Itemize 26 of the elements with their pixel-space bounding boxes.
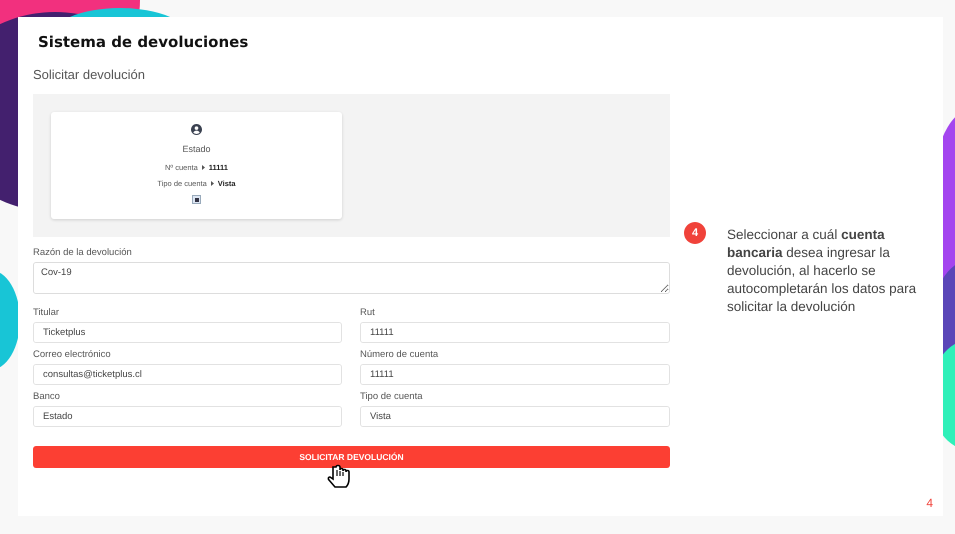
- field-label: Número de cuenta: [360, 349, 440, 360]
- input-field[interactable]: Estado: [33, 406, 342, 427]
- field-label: Tipo de cuenta: [360, 391, 424, 402]
- bank-name: Estado: [182, 143, 211, 156]
- caret-icon: [210, 180, 214, 186]
- input-field[interactable]: 11111: [360, 322, 670, 343]
- user-icon: [191, 124, 202, 135]
- slide-title: Sistema de devoluciones: [38, 32, 250, 53]
- submit-button[interactable]: SOLICITAR DEVOLUCIÓN: [33, 446, 670, 468]
- caret-icon: [202, 164, 205, 170]
- input-field[interactable]: 11111: [360, 364, 670, 385]
- field-label: Razón de la devolución: [33, 247, 133, 258]
- input-field[interactable]: Vista: [360, 406, 670, 427]
- field-label: Rut: [360, 307, 376, 318]
- page-number: 4: [926, 495, 933, 512]
- input-field[interactable]: Ticketplus: [33, 322, 342, 343]
- field-label: Banco: [33, 391, 61, 402]
- page-heading: Solicitar devolución: [33, 66, 146, 84]
- reason-field[interactable]: Cov-19: [33, 262, 670, 294]
- field-label: Titular: [33, 307, 60, 318]
- step-number: 4: [684, 222, 706, 244]
- input-field[interactable]: consultas@ticketplus.cl: [33, 364, 342, 385]
- field-label: Correo electrónico: [33, 349, 112, 360]
- hand-cursor-icon: [327, 463, 353, 489]
- select-checkbox[interactable]: [192, 195, 201, 204]
- instruction-text: Seleccionar a cuál cuenta bancaria desea ingresar la devolución, al hacerlo se autocompletarán los datos para solicitar la devolución: [727, 226, 918, 316]
